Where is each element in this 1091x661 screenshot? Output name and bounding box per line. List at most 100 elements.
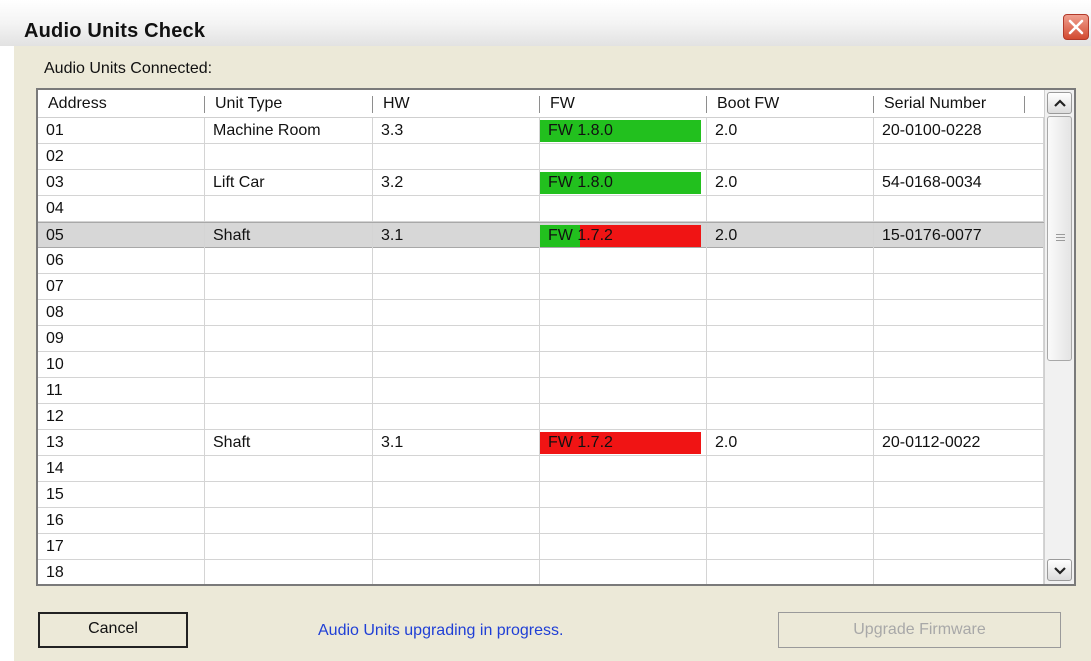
cell-unit-type [205, 352, 373, 377]
cell-unit-type-text: Shaft [213, 227, 251, 244]
cell-fw: FW 1.7.2 [540, 223, 707, 248]
cell-fw: FW 1.8.0 [540, 170, 707, 195]
scroll-down-button[interactable] [1047, 559, 1072, 581]
cell-boot-fw-text: 2.0 [715, 227, 738, 244]
column-header-fw[interactable]: FW [540, 90, 706, 117]
cell-boot-fw-text: 2.0 [715, 174, 738, 191]
cell-fw [540, 560, 707, 584]
cell-serial-number [874, 300, 1044, 325]
column-header-serial-number[interactable]: Serial Number [874, 90, 1024, 117]
table-row[interactable]: 16 [38, 508, 1044, 534]
cell-address-text: 17 [46, 538, 64, 555]
table-row[interactable]: 17 [38, 534, 1044, 560]
table-row[interactable]: 01 Machine Room 3.3 FW 1.8.0 2.0 20-0100-0228 [38, 118, 1044, 144]
cell-serial-number-text: 15-0176-0077 [882, 227, 982, 244]
cell-boot-fw [707, 352, 874, 377]
cell-hw [373, 300, 540, 325]
table-row[interactable]: 15 [38, 482, 1044, 508]
table-row[interactable]: 07 [38, 274, 1044, 300]
cell-hw [373, 274, 540, 299]
table-row[interactable]: 09 [38, 326, 1044, 352]
cell-boot-fw [707, 378, 874, 403]
table-row[interactable]: 03 Lift Car 3.2 FW 1.8.0 2.0 54-0168-0034 [38, 170, 1044, 196]
audio-units-table: Address Unit Type HW FW Boot FW Serial N… [36, 88, 1076, 586]
cell-serial-number: 20-0112-0022 [874, 430, 1044, 455]
cell-serial-number [874, 144, 1044, 169]
cell-address: 10 [38, 352, 205, 377]
cell-hw: 3.3 [373, 118, 540, 143]
cell-hw [373, 404, 540, 429]
table-row[interactable]: 13 Shaft 3.1 FW 1.7.2 2.0 20-0112-0022 [38, 430, 1044, 456]
window-title: Audio Units Check [24, 20, 206, 42]
cell-serial-number-text: 20-0100-0228 [882, 122, 982, 139]
cell-fw [540, 482, 707, 507]
status-message: Audio Units upgrading in progress. [318, 622, 564, 639]
cell-address: 09 [38, 326, 205, 351]
cell-boot-fw: 2.0 [707, 170, 874, 195]
table-row[interactable]: 04 [38, 196, 1044, 222]
cell-address-text: 07 [46, 278, 64, 295]
cell-unit-type [205, 196, 373, 221]
column-header-boot-fw[interactable]: Boot FW [707, 90, 873, 117]
cell-serial-number [874, 196, 1044, 221]
cell-boot-fw [707, 144, 874, 169]
cell-address-text: 04 [46, 200, 64, 217]
cell-address-text: 03 [46, 174, 64, 191]
cell-unit-type [205, 508, 373, 533]
cell-serial-number: 15-0176-0077 [874, 223, 1044, 248]
cell-address: 12 [38, 404, 205, 429]
table-header: Address Unit Type HW FW Boot FW Serial N… [38, 90, 1044, 118]
table-row[interactable]: 08 [38, 300, 1044, 326]
table-row[interactable]: 12 [38, 404, 1044, 430]
cell-fw-text: FW 1.8.0 [548, 122, 613, 139]
cell-unit-type [205, 482, 373, 507]
cell-unit-type [205, 404, 373, 429]
cell-address-text: 11 [46, 382, 63, 399]
cell-serial-number [874, 482, 1044, 507]
cell-serial-number [874, 508, 1044, 533]
cell-address: 18 [38, 560, 205, 584]
cell-address-text: 01 [46, 122, 64, 139]
cell-hw [373, 144, 540, 169]
cell-hw-text: 3.3 [381, 122, 404, 139]
cell-fw [540, 378, 707, 403]
cell-serial-number [874, 326, 1044, 351]
cell-address-text: 10 [46, 356, 64, 373]
cancel-button[interactable]: Cancel [38, 612, 188, 648]
units-connected-label: Audio Units Connected: [44, 60, 213, 77]
cell-address-text: 08 [46, 304, 64, 321]
column-separator[interactable] [1024, 96, 1025, 113]
scrollbar-thumb[interactable] [1047, 116, 1072, 361]
column-header-hw[interactable]: HW [373, 90, 539, 117]
table-row[interactable]: 05 Shaft 3.1 FW 1.7.2 2.0 15-0176-0077 [38, 222, 1044, 248]
table-row[interactable]: 10 [38, 352, 1044, 378]
cell-boot-fw-text: 2.0 [715, 122, 738, 139]
upgrade-firmware-button[interactable]: Upgrade Firmware [778, 612, 1061, 648]
cell-address: 05 [38, 223, 205, 248]
cell-fw [540, 456, 707, 481]
cell-unit-type [205, 534, 373, 559]
cell-address-text: 02 [46, 148, 64, 165]
cell-unit-type [205, 378, 373, 403]
cell-boot-fw [707, 508, 874, 533]
cell-address: 16 [38, 508, 205, 533]
table-row[interactable]: 14 [38, 456, 1044, 482]
cell-hw: 3.2 [373, 170, 540, 195]
cell-boot-fw [707, 326, 874, 351]
cell-serial-number [874, 534, 1044, 559]
table-body: 01 Machine Room 3.3 FW 1.8.0 2.0 20-0100-0228… [38, 118, 1044, 584]
cell-unit-type [205, 456, 373, 481]
column-header-address[interactable]: Address [38, 90, 204, 117]
column-header-unit-type[interactable]: Unit Type [205, 90, 372, 117]
vertical-scrollbar[interactable] [1044, 90, 1074, 584]
table-row[interactable]: 11 [38, 378, 1044, 404]
table-row[interactable]: 06 [38, 248, 1044, 274]
cell-fw-text: FW 1.8.0 [548, 174, 613, 191]
cell-hw-text: 3.2 [381, 174, 404, 191]
cell-unit-type-text: Machine Room [213, 122, 321, 139]
cell-boot-fw-text: 2.0 [715, 434, 738, 451]
close-button[interactable] [1063, 14, 1089, 40]
table-row[interactable]: 18 [38, 560, 1044, 584]
scroll-up-button[interactable] [1047, 92, 1072, 114]
table-row[interactable]: 02 [38, 144, 1044, 170]
